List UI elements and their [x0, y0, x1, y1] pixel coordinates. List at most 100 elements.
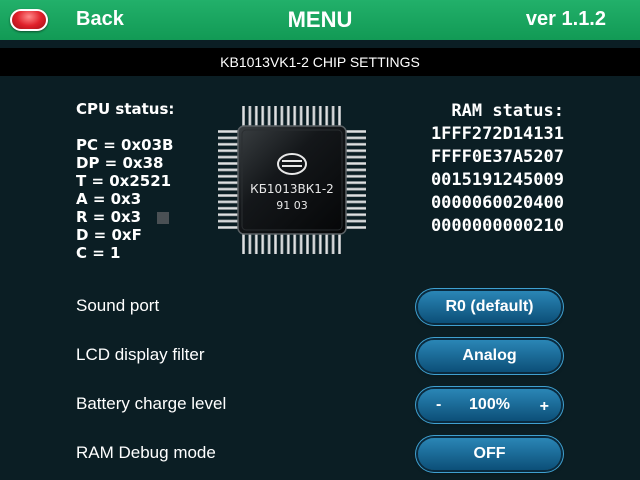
- chip-pin: [261, 106, 265, 128]
- chip-pin: [286, 232, 290, 254]
- chip-pin: [293, 106, 297, 128]
- chip-name: КБ1013ВК1-2: [250, 182, 334, 196]
- cpu-status-title: CPU status:: [76, 100, 175, 118]
- cpu-register-r: R = 0x3: [76, 208, 142, 226]
- chip-pin: [338, 232, 341, 254]
- ram-line: 1FFF272D14131: [430, 124, 564, 144]
- chip-pin: [344, 219, 366, 223]
- chip-pin: [344, 174, 366, 178]
- ram-status-panel: RAM status: 1FFF272D14131 FFFF0E37A5207 …: [431, 100, 564, 238]
- chip-pin: [286, 106, 290, 128]
- lcd-filter-value: Analog: [462, 347, 517, 364]
- cpu-register-dp: DP = 0x38: [76, 154, 164, 172]
- chip-pin: [218, 149, 240, 153]
- chip-pin: [242, 232, 245, 254]
- battery-level-label: Battery charge level: [76, 394, 227, 413]
- chip-pin: [318, 106, 322, 128]
- chip-pin: [274, 106, 277, 128]
- cpu-register-pc: PC = 0x03B: [76, 136, 174, 154]
- top-bar: Back MENU ver 1.1.2: [0, 0, 640, 40]
- chip-pin: [331, 232, 335, 254]
- chip-pin: [280, 106, 284, 128]
- ram-debug-value: OFF: [473, 445, 506, 462]
- chip-pin: [306, 106, 309, 128]
- chip-pin: [261, 232, 265, 254]
- chip-pin: [312, 106, 316, 128]
- battery-level-value: 100%: [469, 396, 510, 413]
- ram-line: FFFF0E37A5207: [430, 147, 564, 167]
- chip-pin: [218, 200, 240, 204]
- chip-pin: [344, 168, 366, 172]
- chip-pin: [299, 232, 303, 254]
- chip-pin: [218, 213, 240, 217]
- cpu-register-r-row: R = 0x3: [76, 208, 174, 226]
- chip-pin: [218, 168, 240, 172]
- chip-pin: [344, 226, 366, 229]
- ram-line: 0000060020400: [430, 193, 564, 213]
- chip-pin: [267, 232, 271, 254]
- chip-pin: [331, 106, 335, 128]
- chip-pin: [280, 232, 284, 254]
- ram-debug-button[interactable]: OFF: [418, 438, 561, 470]
- r-indicator-icon: [157, 211, 170, 224]
- chip-pin: [218, 130, 240, 133]
- chip-pin: [318, 232, 322, 254]
- chip-pin: [344, 181, 366, 185]
- chip-pin: [338, 106, 341, 128]
- chip-pin: [344, 213, 366, 217]
- chip-pin: [344, 130, 366, 133]
- sound-port-value: R0 (default): [445, 298, 534, 315]
- battery-level-stepper: - 100% +: [418, 389, 561, 421]
- chip-pin: [254, 106, 258, 128]
- cpu-register-c: C = 1: [76, 244, 121, 262]
- chip-image: КБ1013ВК1-2 91 03: [218, 106, 366, 254]
- chip-pin: [267, 106, 271, 128]
- chip-pin: [218, 155, 240, 159]
- chip-pin: [344, 136, 366, 140]
- chip-pin: [218, 206, 240, 210]
- lcd-filter-button[interactable]: Analog: [418, 340, 561, 372]
- chip-pin: [344, 142, 366, 146]
- chip-pin: [312, 232, 316, 254]
- chip-pin: [344, 162, 366, 165]
- chip-pin: [344, 149, 366, 153]
- chip-pin: [325, 232, 329, 254]
- chip-pin: [218, 219, 240, 223]
- chip-pin: [218, 174, 240, 178]
- chip-pin: [218, 162, 240, 165]
- chip-pin: [344, 200, 366, 204]
- battery-increase-button[interactable]: +: [540, 391, 549, 423]
- sound-port-label: Sound port: [76, 296, 160, 315]
- cpu-register-t: T = 0x2521: [76, 172, 172, 190]
- chip-pin: [274, 232, 277, 254]
- chip-date-code: 91 03: [276, 199, 308, 212]
- chip-pin: [344, 187, 366, 191]
- chip-pin: [248, 106, 252, 128]
- version-label: ver 1.1.2: [525, 8, 606, 30]
- chip-pin: [218, 187, 240, 191]
- cpu-register-a: A = 0x3: [76, 190, 142, 208]
- ram-line: 0000000000210: [430, 216, 564, 236]
- chip-pin: [218, 136, 240, 140]
- battery-decrease-button[interactable]: -: [436, 389, 441, 421]
- sound-port-button[interactable]: R0 (default): [418, 291, 561, 323]
- chip-pin: [299, 106, 303, 128]
- chip-settings-title: KB1013VK1-2 CHIP SETTINGS: [0, 48, 640, 76]
- chip-pin: [293, 232, 297, 254]
- chip-pin: [218, 181, 240, 185]
- chip-pin: [242, 106, 245, 128]
- ram-debug-label: RAM Debug mode: [76, 443, 216, 462]
- chip-pin: [325, 106, 329, 128]
- chip-pin: [248, 232, 252, 254]
- chip-pin: [218, 194, 240, 197]
- chip-pin: [344, 206, 366, 210]
- cpu-status-panel: CPU status: PC = 0x03B DP = 0x38 T = 0x2…: [76, 100, 174, 262]
- ram-status-title: RAM status:: [451, 101, 564, 121]
- ram-line: 0015191245009: [430, 170, 564, 190]
- chip-pin: [344, 194, 366, 197]
- chip-pin: [254, 232, 258, 254]
- chip-pin: [306, 232, 309, 254]
- lcd-filter-label: LCD display filter: [76, 345, 205, 364]
- cpu-register-d: D = 0xF: [76, 226, 142, 244]
- chip-pin: [218, 226, 240, 229]
